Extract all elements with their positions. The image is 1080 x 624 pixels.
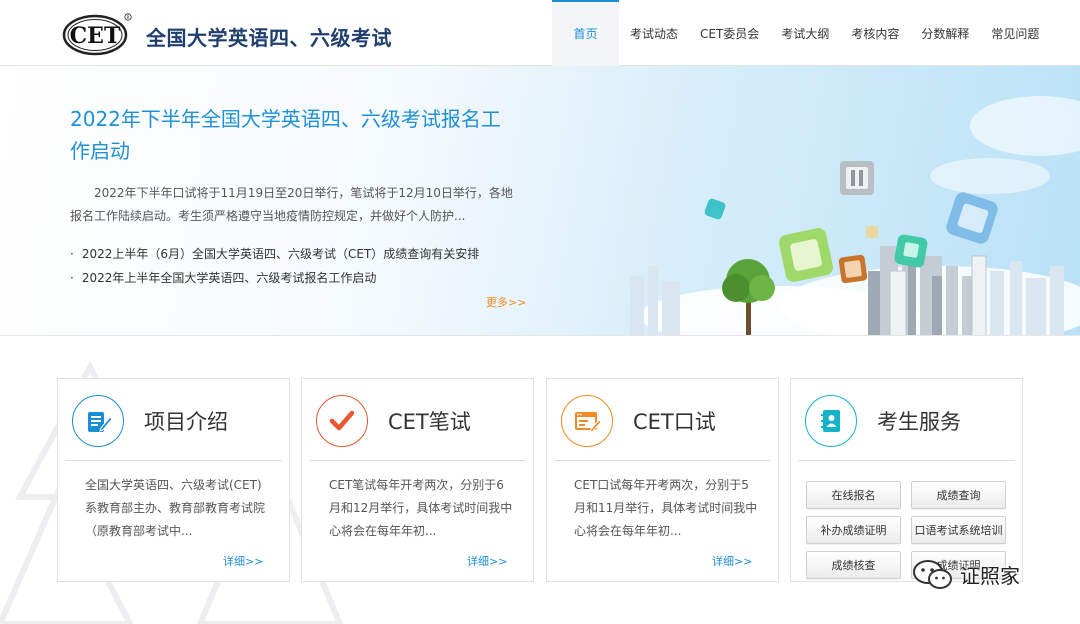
browser-edit-icon bbox=[561, 395, 613, 447]
nav-item-committee[interactable]: CET委员会 bbox=[689, 0, 770, 66]
score-query-button[interactable]: 成绩查询 bbox=[911, 481, 1006, 509]
card-header[interactable]: CET口试 bbox=[547, 379, 778, 461]
address-book-icon bbox=[805, 395, 857, 447]
card-header[interactable]: CET笔试 bbox=[302, 379, 533, 461]
card-project-intro: 项目介绍 全国大学英语四、六级考试(CET)系教育部主办、教育部教育考试院（原教… bbox=[57, 378, 290, 582]
checkmark-icon bbox=[316, 395, 368, 447]
banner-summary: 2022年下半年口试将于11月19日至20日举行，笔试将于12月10日举行，各地… bbox=[70, 186, 513, 223]
card-title[interactable]: CET笔试 bbox=[388, 406, 471, 436]
nav-item-score-explain[interactable]: 分数解释 bbox=[910, 0, 980, 66]
card-header[interactable]: 考生服务 bbox=[791, 379, 1022, 461]
city-illustration bbox=[630, 96, 1080, 335]
more-news-link[interactable]: 更多>> bbox=[486, 294, 526, 310]
divider bbox=[309, 460, 526, 461]
banner-headline[interactable]: 2022年下半年全国大学英语四、六级考试报名工作启动 bbox=[70, 103, 510, 167]
news-title[interactable]: 2022上半年（6月）全国大学英语四、六级考试（CET）成绩查询有关安排 bbox=[82, 247, 479, 261]
score-verification-button[interactable]: 成绩核查 bbox=[806, 551, 901, 579]
details-link[interactable]: 详细>> bbox=[467, 553, 507, 569]
site-header: CET R 全国大学英语四、六级考试 首页 考试动态 CET委员会 考试大纲 考… bbox=[0, 0, 1080, 66]
bullet-dot: · bbox=[70, 271, 74, 285]
site-title[interactable]: 全国大学英语四、六级考试 bbox=[146, 22, 392, 51]
svg-text:CET: CET bbox=[70, 23, 121, 49]
divider bbox=[65, 460, 282, 461]
card-oral-test: CET口试 CET口试每年开考两次，分别于5月和11月举行，具体考试时间我中心将… bbox=[546, 378, 779, 582]
card-title[interactable]: 项目介绍 bbox=[144, 406, 228, 436]
svg-text:R: R bbox=[127, 15, 130, 20]
document-edit-icon bbox=[72, 395, 124, 447]
details-link[interactable]: 详细>> bbox=[712, 553, 752, 569]
news-list: · 2022上半年（6月）全国大学英语四、六级考试（CET）成绩查询有关安排 · 2… bbox=[70, 242, 479, 290]
nav-item-exam-news[interactable]: 考试动态 bbox=[619, 0, 689, 66]
cet-logo[interactable]: CET R bbox=[62, 12, 132, 56]
divider bbox=[798, 460, 1015, 461]
card-title[interactable]: 考生服务 bbox=[877, 406, 961, 436]
card-header[interactable]: 项目介绍 bbox=[58, 379, 289, 461]
watermark-text: 证照家 bbox=[960, 563, 1020, 588]
nav-item-home[interactable]: 首页 bbox=[552, 0, 619, 66]
card-candidate-services: 考生服务 在线报名 成绩查询 补办成绩证明 口语考试系统培训 成绩核查 成绩证明 bbox=[790, 378, 1023, 582]
card-description: CET口试每年开考两次，分别于5月和11月举行，具体考试时间我中心将会在每年年初… bbox=[574, 478, 758, 538]
news-item[interactable]: · 2022年上半年全国大学英语四、六级考试报名工作启动 bbox=[70, 266, 479, 290]
news-item[interactable]: · 2022上半年（6月）全国大学英语四、六级考试（CET）成绩查询有关安排 bbox=[70, 242, 479, 266]
reissue-certificate-button[interactable]: 补办成绩证明 bbox=[806, 516, 901, 544]
hero-banner: 2022年下半年全国大学英语四、六级考试报名工作启动 2022年下半年口试将于1… bbox=[0, 66, 1080, 336]
news-title[interactable]: 2022年上半年全国大学英语四、六级考试报名工作启动 bbox=[82, 271, 377, 285]
divider bbox=[554, 460, 771, 461]
card-description: 全国大学英语四、六级考试(CET)系教育部主办、教育部教育考试院（原教育部考试中… bbox=[85, 478, 266, 538]
nav-item-faq[interactable]: 常见问题 bbox=[980, 0, 1050, 66]
nav-item-content[interactable]: 考核内容 bbox=[840, 0, 910, 66]
watermark: 证照家 bbox=[912, 558, 1020, 590]
details-link[interactable]: 详细>> bbox=[223, 553, 263, 569]
main-nav: 首页 考试动态 CET委员会 考试大纲 考核内容 分数解释 常见问题 bbox=[552, 0, 1050, 66]
bullet-dot: · bbox=[70, 247, 74, 261]
card-title[interactable]: CET口试 bbox=[633, 406, 716, 436]
wechat-icon bbox=[913, 560, 952, 589]
card-written-test: CET笔试 CET笔试每年开考两次，分别于6月和12月举行，具体考试时间我中心将… bbox=[301, 378, 534, 582]
online-registration-button[interactable]: 在线报名 bbox=[806, 481, 901, 509]
nav-item-syllabus[interactable]: 考试大纲 bbox=[770, 0, 840, 66]
oral-system-training-button[interactable]: 口语考试系统培训 bbox=[911, 516, 1006, 544]
card-description: CET笔试每年开考两次，分别于6月和12月举行，具体考试时间我中心将会在每年年初… bbox=[329, 478, 513, 538]
